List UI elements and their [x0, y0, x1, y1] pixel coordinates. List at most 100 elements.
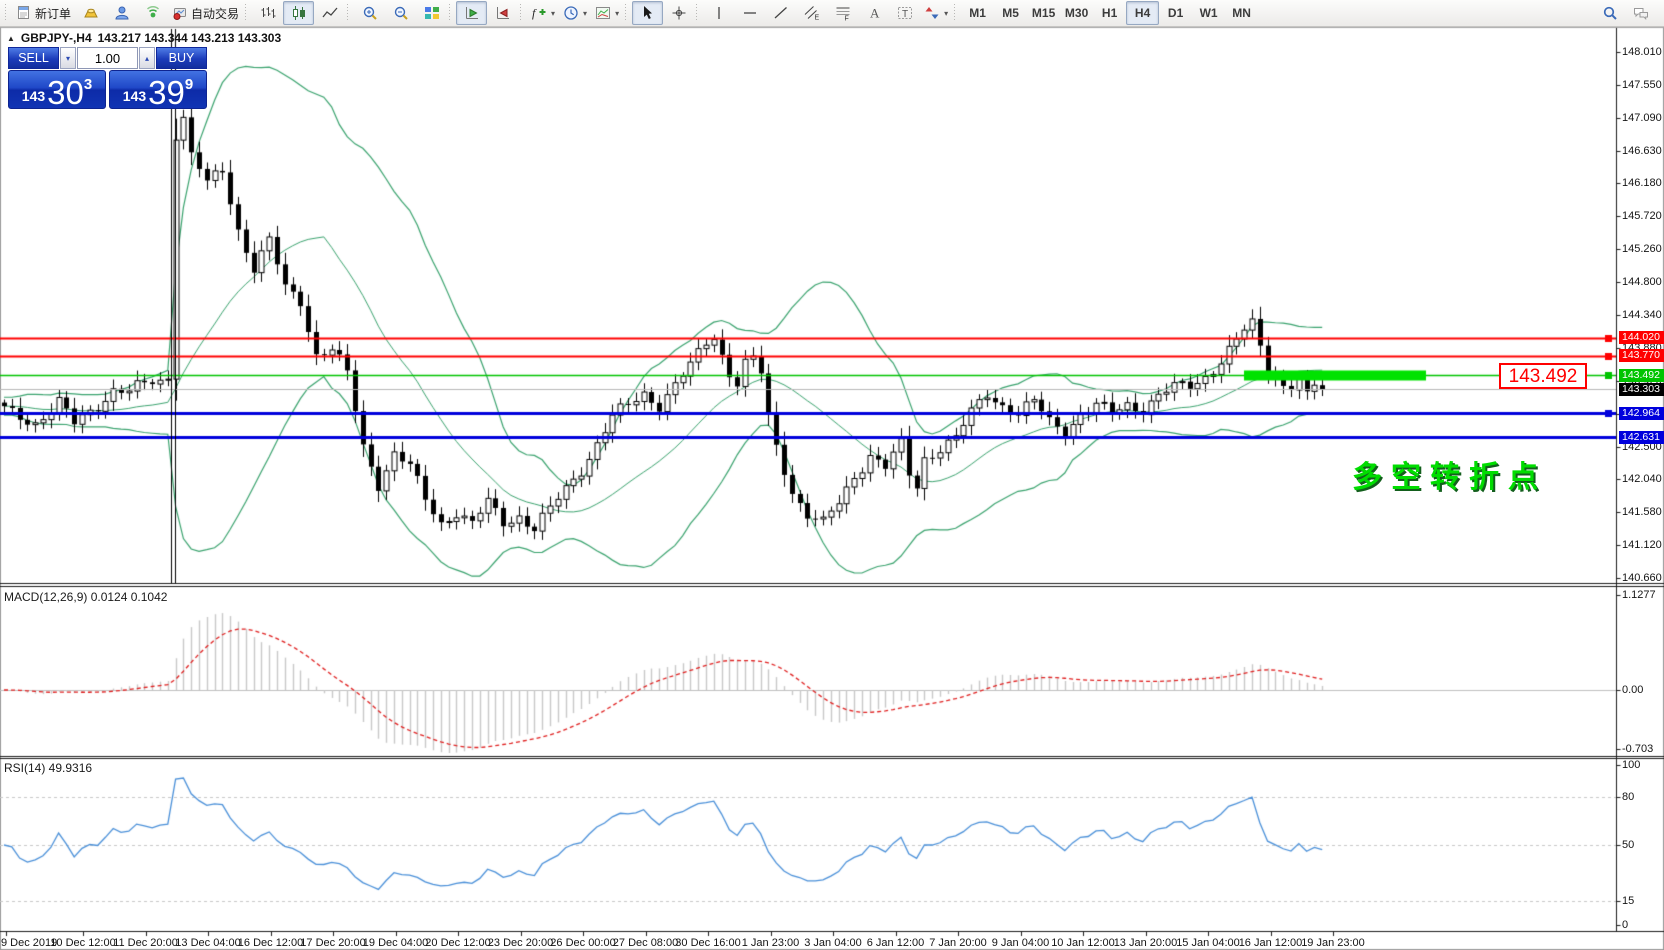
tf-h1-button[interactable]: H1 [1093, 1, 1126, 25]
sell-price-big: 30 [47, 76, 84, 109]
collapse-icon: ▲ [7, 34, 15, 43]
turning-point-annotation: 多空转折点 [1352, 452, 1547, 496]
toolbar-group [354, 0, 447, 26]
toolbar-grip [5, 4, 8, 22]
symbol-title: GBPJPY-,H4 [21, 31, 92, 45]
tf-m30-button[interactable]: M30 [1060, 1, 1093, 25]
text-icon: A [866, 5, 882, 21]
tf-m1-button-label: M1 [969, 6, 986, 20]
trendline-button[interactable] [765, 1, 796, 25]
chart-shift-button[interactable] [487, 1, 518, 25]
sell-button[interactable]: SELL [8, 47, 59, 69]
cursor-icon [640, 5, 656, 21]
horizontal-line-button[interactable] [734, 1, 765, 25]
zoom-out-icon [393, 5, 409, 21]
candlestick-icon [291, 5, 307, 21]
signals-button[interactable] [137, 1, 168, 25]
price-callout-box: 143.492 [1499, 363, 1587, 389]
trendline-icon [773, 5, 789, 21]
symbol-ohlc: 143.217 143.344 143.213 143.303 [98, 31, 282, 45]
line-chart-icon [322, 5, 338, 21]
toolbar: 新订单自动交易f▾▾▾EFAT▾M1M5M15M30H1H4D1W1MN [0, 0, 1664, 27]
arrows-icon [924, 5, 940, 21]
bar-chart-icon [260, 5, 276, 21]
line-chart-button[interactable] [314, 1, 345, 25]
autotrading-button[interactable]: 自动交易 [168, 1, 243, 25]
signal-icon [145, 5, 161, 21]
fibonacci-button[interactable]: F [827, 1, 858, 25]
candlestick-button[interactable] [283, 1, 314, 25]
indicators-button[interactable]: f▾ [527, 1, 559, 25]
hline-icon [742, 5, 758, 21]
sell-price-sup: 3 [84, 76, 92, 93]
tf-m15-button[interactable]: M15 [1027, 1, 1060, 25]
auto-scroll-button[interactable] [456, 1, 487, 25]
auto-scroll-icon [464, 5, 480, 21]
bar-chart-button[interactable] [252, 1, 283, 25]
volume-decrease-button[interactable]: ▾ [60, 47, 76, 69]
fibo-icon: F [835, 5, 851, 21]
toolbar-group [456, 0, 518, 26]
crosshair-icon [671, 5, 687, 21]
tile-windows-button[interactable] [416, 1, 447, 25]
zoom-out-button[interactable] [385, 1, 416, 25]
svg-text:f: f [532, 6, 537, 20]
tf-h4-button-label: H4 [1135, 6, 1150, 20]
tf-mn-button-label: MN [1232, 6, 1251, 20]
equidistant-channel-button[interactable]: E [796, 1, 827, 25]
chat-button[interactable] [1625, 1, 1656, 25]
crosshair-button[interactable] [663, 1, 694, 25]
buy-button[interactable]: BUY [156, 47, 207, 69]
indicators-icon: f [531, 5, 547, 21]
vline-icon [711, 5, 727, 21]
toolbar-grip [449, 4, 452, 22]
label-button[interactable]: T [889, 1, 920, 25]
tf-m30-button-label: M30 [1065, 6, 1088, 20]
dropdown-arrow-icon: ▾ [615, 9, 619, 18]
template-icon [595, 5, 611, 21]
channel-icon: E [804, 5, 820, 21]
text-button[interactable]: A [858, 1, 889, 25]
svg-text:E: E [814, 15, 819, 22]
svg-text:A: A [870, 6, 880, 21]
tf-m1-button[interactable]: M1 [961, 1, 994, 25]
buy-price-sup: 9 [185, 76, 193, 93]
periods-button[interactable]: ▾ [559, 1, 591, 25]
search-button[interactable] [1594, 1, 1625, 25]
templates-button[interactable]: ▾ [591, 1, 623, 25]
buy-price-button[interactable]: 143 39 9 [109, 70, 207, 109]
toolbar-grip [696, 4, 699, 22]
new-order-button[interactable]: 新订单 [12, 1, 75, 25]
tf-m15-button-label: M15 [1032, 6, 1055, 20]
svg-text:T: T [902, 9, 908, 20]
volume-input[interactable] [77, 47, 138, 69]
tf-h4-button[interactable]: H4 [1126, 1, 1159, 25]
sell-price-button[interactable]: 143 30 3 [8, 70, 106, 109]
vertical-line-button[interactable] [703, 1, 734, 25]
tf-d1-button-label: D1 [1168, 6, 1183, 20]
tf-d1-button[interactable]: D1 [1159, 1, 1192, 25]
deposit-button[interactable] [75, 1, 106, 25]
profile-icon [114, 5, 130, 21]
tf-w1-button[interactable]: W1 [1192, 1, 1225, 25]
tf-m5-button[interactable]: M5 [994, 1, 1027, 25]
toolbar-group: E F A T ▾ [703, 0, 952, 26]
toolbar-grip [625, 4, 628, 22]
dropdown-arrow-icon: ▾ [551, 9, 555, 18]
tf-mn-button[interactable]: MN [1225, 1, 1258, 25]
new-order-button-label: 新订单 [35, 5, 71, 22]
cursor-button[interactable] [632, 1, 663, 25]
gold-icon [83, 5, 99, 21]
volume-increase-button[interactable]: ▴ [139, 47, 155, 69]
order-icon [16, 5, 32, 21]
toolbar-group: M1 M5 M15 M30 H1 H4 D1 W1 MN [961, 0, 1258, 26]
arrows-button[interactable]: ▾ [920, 1, 952, 25]
toolbar-grip [954, 4, 957, 22]
toolbar-right [1594, 1, 1656, 25]
sell-price-prefix: 143 [22, 88, 45, 104]
symbol-bar[interactable]: ▲ GBPJPY-,H4 143.217 143.344 143.213 143… [7, 31, 281, 45]
zoom-in-icon [362, 5, 378, 21]
zoom-in-button[interactable] [354, 1, 385, 25]
profile-button[interactable] [106, 1, 137, 25]
one-click-trading-panel: SELL ▾ ▴ BUY 143 30 3 143 39 9 [8, 47, 208, 109]
